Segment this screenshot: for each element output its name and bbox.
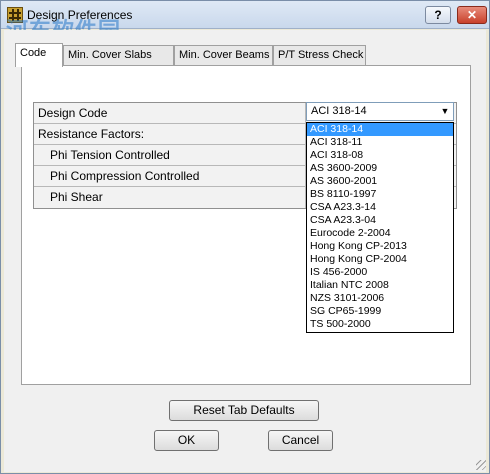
window-title: Design Preferences	[27, 8, 133, 22]
app-grid-icon	[7, 7, 23, 23]
chevron-down-icon[interactable]: ▼	[437, 103, 453, 120]
title-bar[interactable]: Design Preferences ? ✕	[1, 1, 489, 29]
close-button[interactable]: ✕	[457, 6, 487, 24]
option-ts-500-2000[interactable]: TS 500-2000	[307, 318, 453, 331]
cancel-button[interactable]: Cancel	[268, 430, 333, 451]
tab-pt-stress-check[interactable]: P/T Stress Check	[273, 45, 366, 66]
grid-row-label: Design Code	[38, 106, 108, 120]
option-aci-318-11[interactable]: ACI 318-11	[307, 136, 453, 149]
design-code-selected-value: ACI 318-14	[311, 105, 367, 117]
option-eurocode-2-2004[interactable]: Eurocode 2-2004	[307, 227, 453, 240]
tab-code[interactable]: Code	[15, 43, 63, 67]
option-aci-318-08[interactable]: ACI 318-08	[307, 149, 453, 162]
design-preferences-window: Design Preferences ? ✕ 河东软件园 www.pc0359.…	[0, 0, 490, 474]
design-code-select[interactable]: ACI 318-14 ▼	[306, 102, 454, 121]
reset-tab-defaults-button[interactable]: Reset Tab Defaults	[169, 400, 319, 421]
design-code-dropdown-list: ACI 318-14 ACI 318-11 ACI 318-08 AS 3600…	[306, 122, 454, 333]
grid-row-label: Phi Tension Controlled	[50, 148, 170, 162]
option-as-3600-2001[interactable]: AS 3600-2001	[307, 175, 453, 188]
option-hong-kong-cp-2004[interactable]: Hong Kong CP-2004	[307, 253, 453, 266]
option-csa-a23-3-04[interactable]: CSA A23.3-04	[307, 214, 453, 227]
tab-min-cover-slabs[interactable]: Min. Cover Slabs	[63, 45, 174, 66]
tab-min-cover-beams[interactable]: Min. Cover Beams	[174, 45, 273, 66]
option-italian-ntc-2008[interactable]: Italian NTC 2008	[307, 279, 453, 292]
option-as-3600-2009[interactable]: AS 3600-2009	[307, 162, 453, 175]
grid-row-label: Phi Shear	[50, 190, 103, 204]
grid-row-label: Resistance Factors:	[38, 127, 145, 141]
option-bs-8110-1997[interactable]: BS 8110-1997	[307, 188, 453, 201]
ok-button[interactable]: OK	[154, 430, 219, 451]
option-nzs-3101-2006[interactable]: NZS 3101-2006	[307, 292, 453, 305]
grid-row-label: Phi Compression Controlled	[50, 169, 200, 183]
option-hong-kong-cp-2013[interactable]: Hong Kong CP-2013	[307, 240, 453, 253]
option-aci-318-14[interactable]: ACI 318-14	[307, 123, 453, 136]
resize-grip[interactable]	[476, 460, 486, 470]
option-csa-a23-3-14[interactable]: CSA A23.3-14	[307, 201, 453, 214]
option-sg-cp65-1999[interactable]: SG CP65-1999	[307, 305, 453, 318]
option-is-456-2000[interactable]: IS 456-2000	[307, 266, 453, 279]
help-button[interactable]: ?	[425, 6, 451, 24]
